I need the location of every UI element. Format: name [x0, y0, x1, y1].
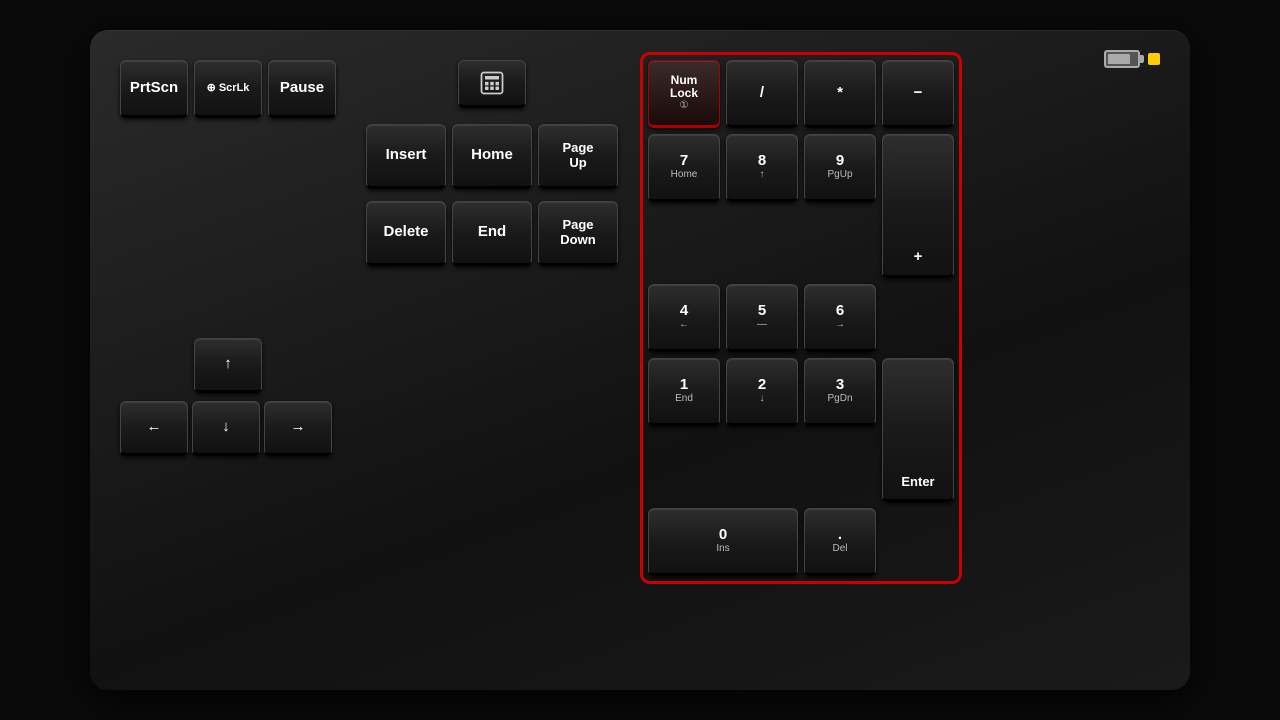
- arrow-up-key[interactable]: ↑: [194, 338, 262, 393]
- delete-key[interactable]: Delete: [366, 201, 446, 266]
- numpad-4-key[interactable]: 4 ←: [648, 284, 720, 352]
- insert-key[interactable]: Insert: [366, 124, 446, 189]
- scrlk-key[interactable]: ⊕ ScrLk: [194, 60, 262, 118]
- numpad-row-456: 4 ← 5 — 6 →: [648, 284, 954, 352]
- numpad-multiply-key[interactable]: *: [804, 60, 876, 128]
- battery-icon: [1104, 50, 1140, 68]
- pageup-key[interactable]: PageUp: [538, 124, 618, 189]
- numpad-minus-key[interactable]: −: [882, 60, 954, 128]
- numpad-section: NumLock ① / * − 7 Home: [648, 60, 954, 576]
- numpad-1-key[interactable]: 1 End: [648, 358, 720, 426]
- nav-section: Insert Home PageUp Delete End PageDown: [366, 60, 618, 266]
- calc-key[interactable]: [458, 60, 526, 108]
- keyboard: PrtScn ⊕ ScrLk Pause ↑: [90, 30, 1190, 690]
- numpad-row-123: 1 End 2 ↓ 3 PgDn Enter: [648, 358, 954, 502]
- numpad-row-0dot: 0 Ins . Del: [648, 508, 954, 576]
- numpad-8-key[interactable]: 8 ↑: [726, 134, 798, 202]
- arrow-left-key[interactable]: ←: [120, 401, 188, 456]
- numlock-key[interactable]: NumLock ①: [648, 60, 720, 128]
- arrow-middle-row: ← ↓ →: [120, 401, 336, 456]
- top-row: PrtScn ⊕ ScrLk Pause: [120, 60, 336, 118]
- end-key[interactable]: End: [452, 201, 532, 266]
- arrow-down-key[interactable]: ↓: [192, 401, 260, 456]
- nav-row-mid: Delete End PageDown: [366, 201, 618, 266]
- arrow-right-key[interactable]: →: [264, 401, 332, 456]
- prtscn-key[interactable]: PrtScn: [120, 60, 188, 118]
- main-section: PrtScn ⊕ ScrLk Pause ↑: [120, 60, 336, 456]
- numpad-6-key[interactable]: 6 →: [804, 284, 876, 352]
- numpad-2-key[interactable]: 2 ↓: [726, 358, 798, 426]
- numpad-enter-key[interactable]: Enter: [882, 358, 954, 502]
- numpad-0-key[interactable]: 0 Ins: [648, 508, 798, 576]
- numpad-3-key[interactable]: 3 PgDn: [804, 358, 876, 426]
- numpad-5-key[interactable]: 5 —: [726, 284, 798, 352]
- pagedown-key[interactable]: PageDown: [538, 201, 618, 266]
- numpad-9-key[interactable]: 9 PgUp: [804, 134, 876, 202]
- numpad-plus-key[interactable]: +: [882, 134, 954, 278]
- numpad-7-key[interactable]: 7 Home: [648, 134, 720, 202]
- numpad-dot-key[interactable]: . Del: [804, 508, 876, 576]
- numpad-divide-key[interactable]: /: [726, 60, 798, 128]
- numpad-top-row: NumLock ① / * −: [648, 60, 954, 128]
- pause-key[interactable]: Pause: [268, 60, 336, 118]
- indicator-area: [1104, 50, 1160, 68]
- arrow-cluster: ↑ ← ↓ →: [120, 338, 336, 456]
- led-indicator: [1148, 53, 1160, 65]
- nav-row-top: Insert Home PageUp: [366, 124, 618, 189]
- numpad-row-789: 7 Home 8 ↑ 9 PgUp +: [648, 134, 954, 278]
- home-key[interactable]: Home: [452, 124, 532, 189]
